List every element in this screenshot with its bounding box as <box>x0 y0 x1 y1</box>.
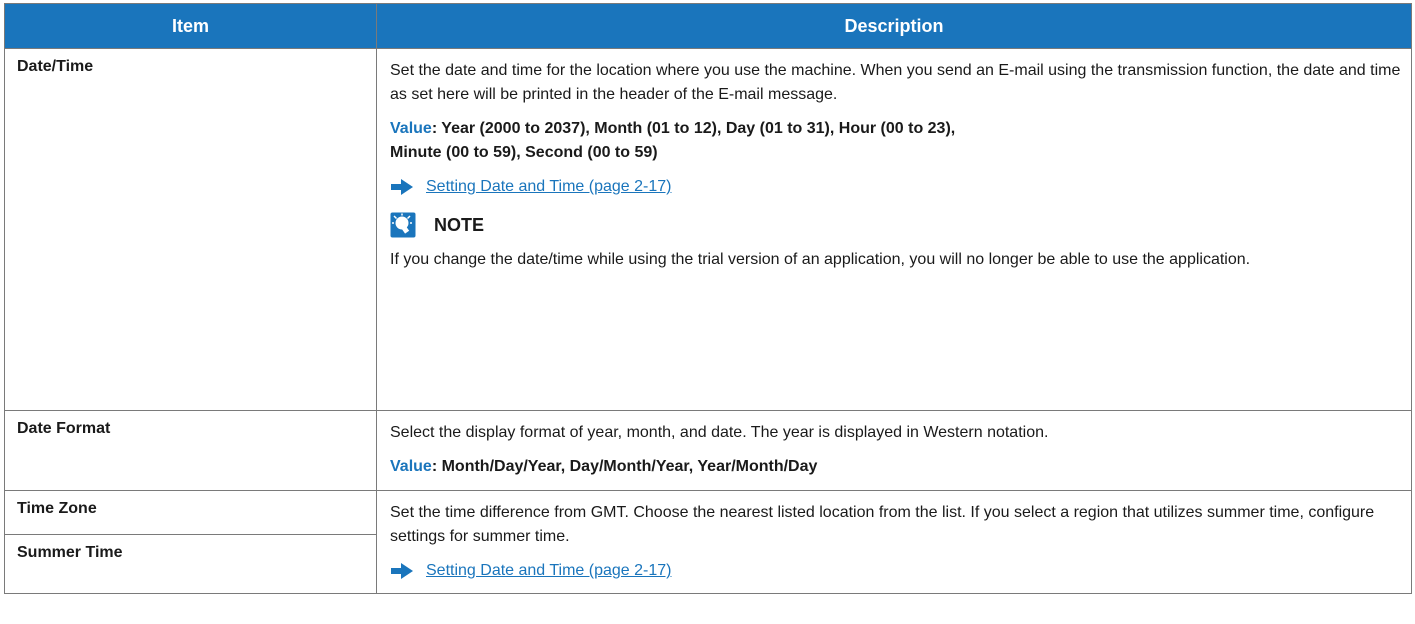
description-text: Set the time difference from GMT. Choose… <box>390 504 1375 545</box>
link-setting-date-time[interactable]: Setting Date and Time (page 2-17) <box>426 175 671 199</box>
note-header: NOTE <box>390 211 1401 239</box>
table-row-date-format: Date Format Select the display format of… <box>4 410 1412 491</box>
desc-time-zone: Set the time difference from GMT. Choose… <box>376 490 1412 594</box>
value-label: Value <box>390 120 432 137</box>
settings-table: Item Description Date/Time Set the date … <box>4 3 1412 594</box>
header-item: Item <box>4 3 377 49</box>
value-text-line1: : Year (2000 to 2037), Month (01 to 12),… <box>431 120 956 137</box>
note-title: NOTE <box>434 215 485 235</box>
link-row: Setting Date and Time (page 2-17) <box>390 175 1401 199</box>
value-block: Value: Month/Day/Year, Day/Month/Year, Y… <box>390 455 1401 479</box>
item-date-format: Date Format <box>4 410 377 491</box>
desc-date-format: Select the display format of year, month… <box>376 410 1412 491</box>
arrow-right-icon <box>391 179 413 195</box>
item-time-zone: Time Zone <box>4 489 377 536</box>
link-row: Setting Date and Time (page 2-17) <box>390 559 1401 583</box>
note-text: If you change the date/time while using … <box>390 251 1251 268</box>
arrow-right-icon <box>391 563 413 579</box>
desc-date-time: Set the date and time for the location w… <box>376 48 1412 411</box>
link-setting-date-time[interactable]: Setting Date and Time (page 2-17) <box>426 559 671 583</box>
description-text: Select the display format of year, month… <box>390 424 1049 441</box>
value-label: Value <box>390 458 432 475</box>
item-date-time: Date/Time <box>4 48 377 411</box>
value-block: Value: Year (2000 to 2037), Month (01 to… <box>390 117 1401 165</box>
table-row-date-time: Date/Time Set the date and time for the … <box>4 48 1412 411</box>
note-lightbulb-icon <box>390 212 416 238</box>
value-text: : Month/Day/Year, Day/Month/Year, Year/M… <box>431 458 818 475</box>
value-text-line2: Minute (00 to 59), Second (00 to 59) <box>390 144 658 161</box>
table-row-time-zone: Time Zone Set the time difference from G… <box>4 489 1412 594</box>
item-summer-time: Summer Time <box>4 534 377 594</box>
description-text: Set the date and time for the location w… <box>390 62 1401 103</box>
header-description: Description <box>376 3 1412 49</box>
header-row: Item Description <box>4 3 1412 49</box>
